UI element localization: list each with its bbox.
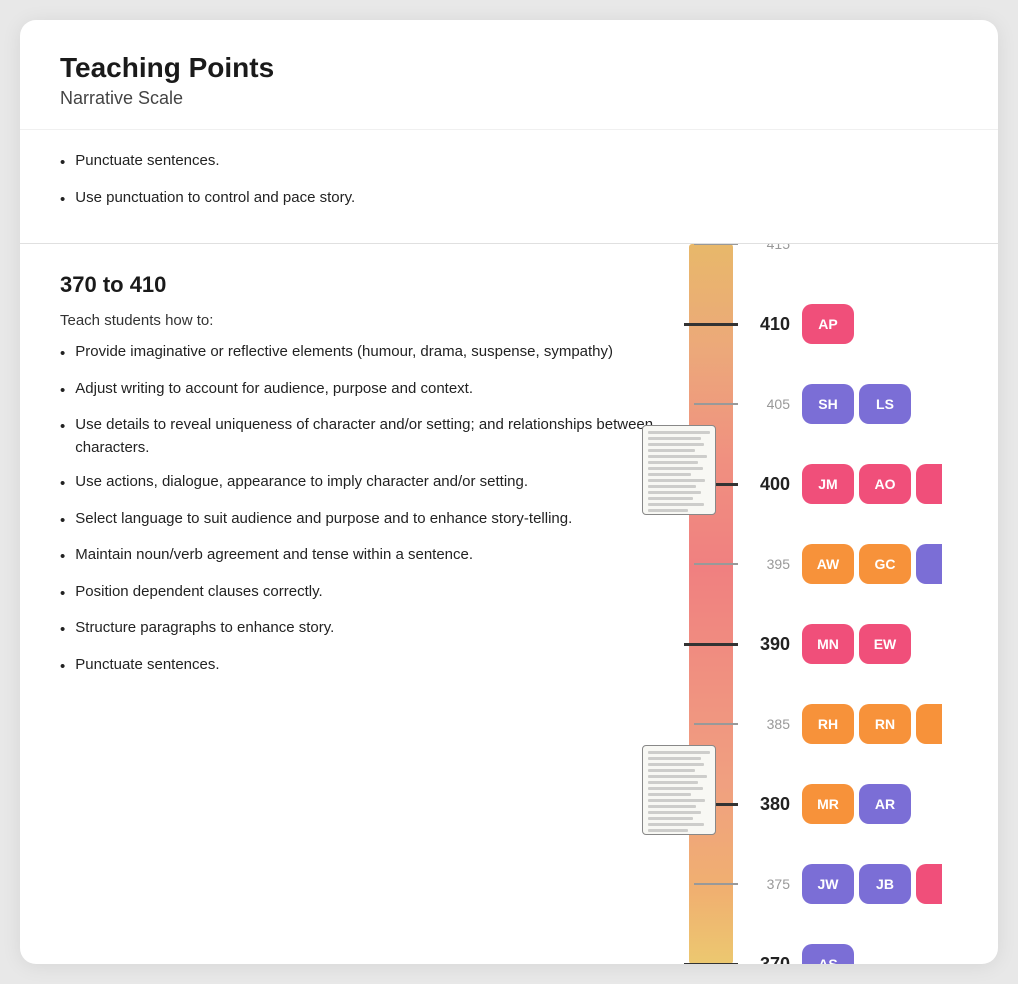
bullets-container: •Provide imaginative or reflective eleme… [60,341,664,678]
bullet-7: •Structure paragraphs to enhance story. [60,617,664,642]
scale-number-405: 405 [738,396,790,412]
scale-bar-col [684,244,738,964]
tick-395 [694,563,738,565]
bullet-4: •Select language to suit audience and pu… [60,508,664,533]
badge-395-GC[interactable]: GC [859,544,911,584]
badge-375-JW[interactable]: JW [802,864,854,904]
tick-405 [694,403,738,405]
page-title: Teaching Points [60,52,958,84]
bullet-3: •Use actions, dialogue, appearance to im… [60,471,664,496]
scale-number-390: 390 [738,634,790,655]
badge-400-2[interactable] [916,464,942,504]
tick-375 [694,883,738,885]
badge-410-AP[interactable]: AP [802,304,854,344]
scale-row-405: 405 SHLS [738,384,998,424]
badge-385-RN[interactable]: RN [859,704,911,744]
badge-400-JM[interactable]: JM [802,464,854,504]
scale-row-390: 390 MNEW [738,624,998,664]
main-area: 370 to 410 Teach students how to: •Provi… [20,244,998,964]
badge-390-MN[interactable]: MN [802,624,854,664]
scale-number-375: 375 [738,876,790,892]
badge-370-AS[interactable]: AS [802,944,854,964]
scale-number-415: 415 [738,244,790,252]
badge-390-EW[interactable]: EW [859,624,911,664]
text-column: 370 to 410 Teach students how to: •Provi… [20,244,684,964]
teaching-points-card: Teaching Points Narrative Scale • Punctu… [20,20,998,964]
badge-385-2[interactable] [916,704,942,744]
top-bullet-1: • Punctuate sentences. [60,150,958,175]
teach-label: Teach students how to: [60,312,664,329]
badge-380-AR[interactable]: AR [859,784,911,824]
bullet-2: •Use details to reveal uniqueness of cha… [60,414,664,459]
bullet-5: •Maintain noun/verb agreement and tense … [60,544,664,569]
badge-380-MR[interactable]: MR [802,784,854,824]
scale-row-375: 375 JWJB [738,864,998,904]
tick-415 [694,244,738,245]
bullet-0: •Provide imaginative or reflective eleme… [60,341,664,366]
scale-row-385: 385 RHRN [738,704,998,744]
tick-370 [684,963,738,965]
badge-375-JB[interactable]: JB [859,864,911,904]
badge-385-RH[interactable]: RH [802,704,854,744]
top-section: • Punctuate sentences. • Use punctuation… [20,130,998,244]
badge-405-LS[interactable]: LS [859,384,911,424]
scale-row-395: 395 AWGC [738,544,998,584]
card-header: Teaching Points Narrative Scale [20,20,998,130]
scale-row-400: 400 JMAO [738,464,998,504]
badge-375-2[interactable] [916,864,942,904]
scale-number-395: 395 [738,556,790,572]
bullet-8: •Punctuate sentences. [60,654,664,679]
document-thumbnail [642,745,716,835]
numbers-badges-col: 415 410 AP 405 SHLS 400 JMAO 395 AWGC 390 MNEW 385 R… [738,244,998,964]
scale-number-385: 385 [738,716,790,732]
page-subtitle: Narrative Scale [60,88,958,109]
document-thumbnail [642,425,716,515]
gradient-bar [689,244,733,964]
badge-405-SH[interactable]: SH [802,384,854,424]
badge-400-AO[interactable]: AO [859,464,911,504]
scale-row-410: 410 AP [738,304,998,344]
scale-number-380: 380 [738,794,790,815]
scale-row-380: 380 MRAR [738,784,998,824]
badge-395-AW[interactable]: AW [802,544,854,584]
bullet-6: •Position dependent clauses correctly. [60,581,664,606]
tick-410 [684,323,738,326]
scale-row-415: 415 [738,244,998,264]
badge-395-2[interactable] [916,544,942,584]
scale-number-400: 400 [738,474,790,495]
range-title: 370 to 410 [60,272,664,298]
tick-385 [694,723,738,725]
tick-390 [684,643,738,646]
scale-number-410: 410 [738,314,790,335]
scale-row-370: 370 AS [738,944,998,964]
bullet-1: •Adjust writing to account for audience,… [60,378,664,403]
scale-number-370: 370 [738,954,790,965]
top-bullet-2: • Use punctuation to control and pace st… [60,187,958,212]
